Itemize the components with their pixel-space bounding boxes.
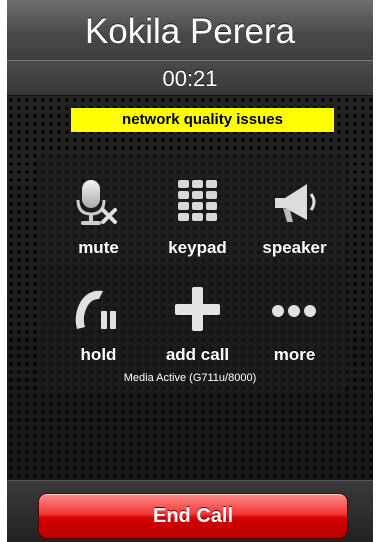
mute-label: mute — [78, 238, 119, 257]
speaker-icon — [243, 178, 346, 228]
end-call-button[interactable]: End Call — [38, 493, 348, 539]
speaker-label: speaker — [262, 238, 327, 257]
network-warning-banner: network quality issues — [71, 108, 334, 132]
hold-label: hold — [80, 345, 117, 364]
microphone-muted-icon — [47, 178, 150, 228]
keypad-label: keypad — [168, 238, 227, 257]
phone-hold-icon — [47, 285, 150, 335]
media-status-text: Media Active (G711u/8000) — [123, 372, 257, 384]
keypad-button[interactable]: keypad — [146, 160, 249, 265]
call-duration: 00:21 — [7, 60, 373, 96]
speaker-button[interactable]: speaker — [243, 160, 346, 265]
plus-icon — [146, 285, 249, 335]
more-button[interactable]: more — [243, 267, 346, 372]
add-call-label: add call — [165, 345, 230, 364]
add-call-button[interactable]: add call — [146, 267, 249, 372]
hold-button[interactable]: hold — [47, 267, 150, 372]
more-label: more — [273, 345, 316, 364]
ellipsis-icon — [243, 285, 346, 335]
mute-button[interactable]: mute — [47, 160, 150, 265]
call-screen: Kokila Perera 00:21 network quality issu… — [7, 0, 373, 542]
contact-name: Kokila Perera — [7, 0, 373, 60]
keypad-icon — [146, 178, 249, 228]
